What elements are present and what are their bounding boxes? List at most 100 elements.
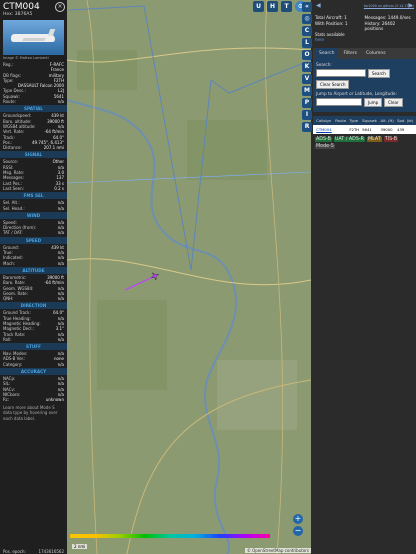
info-value: n/a: [57, 205, 64, 211]
info-row: Distance: 207.1 nmi: [0, 145, 67, 150]
map-toolbar: U H T ⚙: [253, 1, 306, 12]
clear-search-button[interactable]: Clear Search: [316, 79, 350, 89]
legend-item[interactable]: ADS-B: [315, 136, 332, 142]
map-button-h[interactable]: H: [267, 1, 278, 12]
info-row: TAT / OAT: n/a: [0, 230, 67, 235]
row-altitude: 39000: [379, 124, 397, 134]
jump-label: Jump to Airport or Latitude, Longitude:: [316, 90, 397, 96]
jump-button[interactable]: Jump: [364, 97, 383, 107]
info-label: Sel. Head.:: [3, 205, 25, 211]
tab-columns[interactable]: Columns: [362, 48, 390, 59]
strip-button-v[interactable]: V: [302, 74, 312, 84]
info-value: unknown: [45, 397, 64, 403]
jump-input[interactable]: [316, 98, 362, 106]
info-value: n/a: [57, 99, 64, 105]
strip-button-back[interactable]: «: [302, 2, 312, 12]
info-label: Category:: [3, 361, 23, 367]
search-panel: Search: Search Clear Search Jump to Airp…: [313, 58, 416, 112]
strip-button-m[interactable]: M: [302, 86, 312, 96]
info-row: Category: n/a: [0, 362, 67, 367]
strip-button-k[interactable]: K: [302, 62, 312, 72]
zoom-in-button[interactable]: +: [293, 514, 303, 524]
strip-button-r[interactable]: R: [302, 122, 312, 132]
tab-search[interactable]: Search: [315, 47, 339, 59]
with-position: With Position: 1: [315, 20, 348, 26]
scale-bar: 2 nmi: [72, 544, 88, 549]
map-canvas[interactable]: [67, 0, 311, 554]
map-view[interactable]: U H T ⚙ 2 nmi + − © OpenStreetMap contri…: [67, 0, 311, 554]
info-value: n/a: [57, 260, 64, 266]
section-header[interactable]: SIGNAL: [0, 151, 67, 159]
section-header[interactable]: DIRECTION: [0, 302, 67, 310]
legend-item[interactable]: Mode-S: [315, 143, 335, 149]
section-header[interactable]: WIND: [0, 211, 67, 219]
strip-button-i[interactable]: I: [302, 110, 312, 120]
info-value: n/a: [57, 361, 64, 367]
info-label: Mach:: [3, 260, 15, 266]
stats-block: Total Aircraft: 1 Messages: 1449.0/sec W…: [313, 11, 416, 32]
version-link[interactable]: tar1090 on github (3.14.1701): [364, 4, 416, 8]
row-route: [334, 124, 349, 134]
aircraft-photo[interactable]: [3, 20, 64, 55]
row-speed: 439: [396, 124, 416, 134]
col-header[interactable]: Alt. (ft): [379, 115, 397, 125]
info-label: Rc:: [3, 397, 10, 403]
jump-clear-button[interactable]: Clear: [384, 97, 403, 107]
section-header[interactable]: STUFF: [0, 343, 67, 351]
info-row: Roll: n/a: [0, 337, 67, 342]
chevron-left-icon[interactable]: ◀: [316, 2, 321, 9]
info-row: Mach: n/a: [0, 261, 67, 266]
info-value: n/a: [57, 336, 64, 342]
col-header[interactable]: Squawk: [361, 115, 380, 125]
col-header[interactable]: Type: [348, 115, 362, 125]
info-row: Sel. Head.: n/a: [0, 206, 67, 211]
map-button-u[interactable]: U: [253, 1, 264, 12]
row-callsign[interactable]: CTM004: [315, 124, 335, 134]
info-label: Route:: [3, 99, 16, 105]
col-header[interactable]: Callsign: [315, 115, 335, 125]
strip-button-o[interactable]: O: [302, 50, 312, 60]
tab-filters[interactable]: Filters: [339, 48, 361, 59]
legend-item[interactable]: TIS-B: [383, 136, 398, 142]
section-header[interactable]: ACCURACY: [0, 368, 67, 376]
search-label: Search:: [316, 61, 332, 67]
strip-button-p[interactable]: P: [302, 98, 312, 108]
basic-info: Reg.: F-RAFC France DB flags: military Type: F…: [0, 62, 67, 104]
info-value: n/a: [57, 230, 64, 236]
row-type: F2TH: [348, 124, 362, 134]
section-header[interactable]: ALTITUDE: [0, 266, 67, 274]
stats-link[interactable]: here: [313, 37, 416, 42]
legend-item[interactable]: UAT / ADS-R: [333, 136, 365, 142]
section-header[interactable]: SPATIAL: [0, 105, 67, 113]
col-header[interactable]: Spd. (kt): [396, 115, 416, 125]
sidebar: ◀ ▶ tar1090 on github (3.14.1701) Total …: [313, 0, 416, 554]
col-header[interactable]: Route: [334, 115, 349, 125]
pos-epoch-row: Pos. epoch: 1743616562: [0, 549, 67, 554]
info-row: Last Seen: 0.2 s: [0, 186, 67, 191]
info-value: 207.1 nmi: [43, 145, 64, 151]
info-value: 0.2 s: [54, 185, 64, 191]
info-label: Last Seen:: [3, 185, 24, 191]
info-label: Roll:: [3, 336, 12, 342]
photo-plane-tail: [47, 29, 56, 36]
strip-button-c[interactable]: C: [302, 26, 312, 36]
info-label: TAT / OAT:: [3, 230, 23, 236]
table-row[interactable]: CTM004 F2TH 5641 39000 439: [313, 124, 416, 134]
section-header[interactable]: FMS SEL: [0, 192, 67, 200]
source-legend: ADS-B UAT / ADS-R MLAT TIS-B Mode-S: [313, 134, 416, 152]
aircraft-table: Callsign Route Type Squawk Alt. (ft) Spd…: [313, 115, 416, 134]
close-icon[interactable]: ×: [55, 2, 65, 12]
map-button-t[interactable]: T: [281, 1, 292, 12]
search-button[interactable]: Search: [368, 68, 390, 78]
info-label: Type:: [3, 77, 14, 83]
zoom-controls: + −: [293, 514, 303, 538]
hex-label: Hex: 3B76A5: [3, 12, 33, 17]
section-header[interactable]: SPEED: [0, 236, 67, 244]
legend-item[interactable]: MLAT: [366, 136, 382, 142]
strip-button-target[interactable]: ◎: [302, 14, 312, 24]
info-sections: SPATIAL Groundspeed: 439 kt Baro. altitude:…: [0, 105, 67, 402]
zoom-out-button[interactable]: −: [293, 526, 303, 536]
photo-plane-wing: [22, 38, 46, 41]
strip-button-l[interactable]: L: [302, 38, 312, 48]
search-input[interactable]: [316, 69, 366, 77]
